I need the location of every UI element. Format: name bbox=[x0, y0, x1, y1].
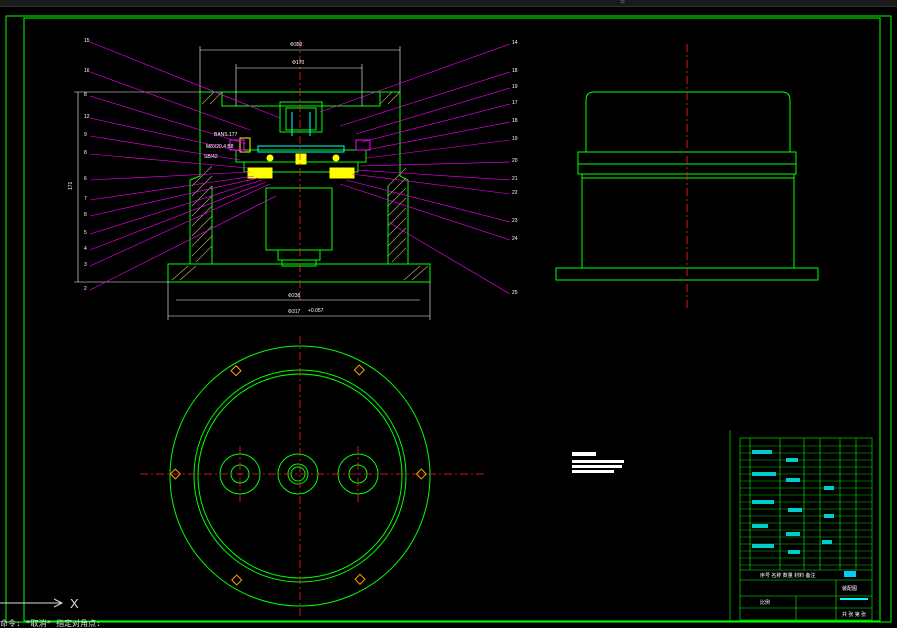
svg-text:5: 5 bbox=[84, 230, 87, 236]
left-leaders bbox=[89, 41, 281, 291]
technical-notes bbox=[572, 452, 624, 473]
svg-text:9: 9 bbox=[84, 132, 87, 138]
ucs-icon bbox=[0, 598, 64, 608]
callout-3: SB/42 bbox=[204, 154, 218, 160]
section-view: Φ350 Φ170 Φ238 Φ317 +0.057 171 BANS.177 … bbox=[68, 38, 518, 320]
svg-text:14: 14 bbox=[512, 40, 518, 46]
svg-text:21: 21 bbox=[512, 176, 518, 182]
drawing-canvas[interactable]: Φ350 Φ170 Φ238 Φ317 +0.057 171 BANS.177 … bbox=[0, 0, 897, 628]
svg-text:22: 22 bbox=[512, 190, 518, 196]
svg-text:8: 8 bbox=[84, 92, 87, 98]
sheet-label: 共 张 第 张 bbox=[842, 611, 866, 618]
scale-label: 比例 bbox=[760, 599, 770, 606]
title-block-header: 序号 名称 数量 材料 备注 bbox=[760, 572, 816, 579]
svg-text:25: 25 bbox=[512, 290, 518, 296]
svg-text:20: 20 bbox=[512, 158, 518, 164]
svg-text:19: 19 bbox=[512, 84, 518, 90]
svg-text:4: 4 bbox=[84, 246, 87, 252]
command-line[interactable]: 命令: *取消* 指定对角点: bbox=[0, 619, 140, 628]
svg-text:6: 6 bbox=[84, 176, 87, 182]
title-block: 序号 名称 数量 材料 备注 装配图 共 张 第 张 比例 bbox=[729, 430, 873, 622]
svg-text:15: 15 bbox=[84, 38, 90, 44]
svg-text:19: 19 bbox=[512, 136, 518, 142]
svg-text:8: 8 bbox=[84, 212, 87, 218]
dim-height: 171 bbox=[68, 181, 74, 190]
leader-labels: 15 16 8 12 9 8 6 7 8 5 4 3 2 14 18 19 17… bbox=[84, 38, 518, 296]
svg-text:17: 17 bbox=[512, 100, 518, 106]
dim-tolerance: +0.057 bbox=[308, 308, 324, 314]
svg-text:12: 12 bbox=[84, 114, 90, 120]
svg-text:24: 24 bbox=[512, 236, 518, 242]
svg-text:23: 23 bbox=[512, 218, 518, 224]
svg-text:18: 18 bbox=[512, 68, 518, 74]
dim-top-width: Φ350 bbox=[290, 42, 303, 48]
svg-text:7: 7 bbox=[84, 196, 87, 202]
dim-base-outer: Φ317 bbox=[288, 309, 301, 315]
drawing-frame bbox=[5, 15, 892, 623]
svg-text:8: 8 bbox=[84, 150, 87, 156]
dim-base-inner: Φ238 bbox=[288, 293, 301, 299]
svg-text:16: 16 bbox=[84, 68, 90, 74]
plan-view bbox=[140, 336, 486, 616]
side-view bbox=[555, 44, 819, 310]
drawing-name: 装配图 bbox=[842, 585, 857, 592]
svg-text:18: 18 bbox=[512, 118, 518, 124]
svg-text:2: 2 bbox=[84, 286, 87, 292]
svg-text:3: 3 bbox=[84, 262, 87, 268]
dim-inner-width: Φ170 bbox=[292, 60, 305, 66]
ucs-x-label: X bbox=[70, 596, 79, 611]
